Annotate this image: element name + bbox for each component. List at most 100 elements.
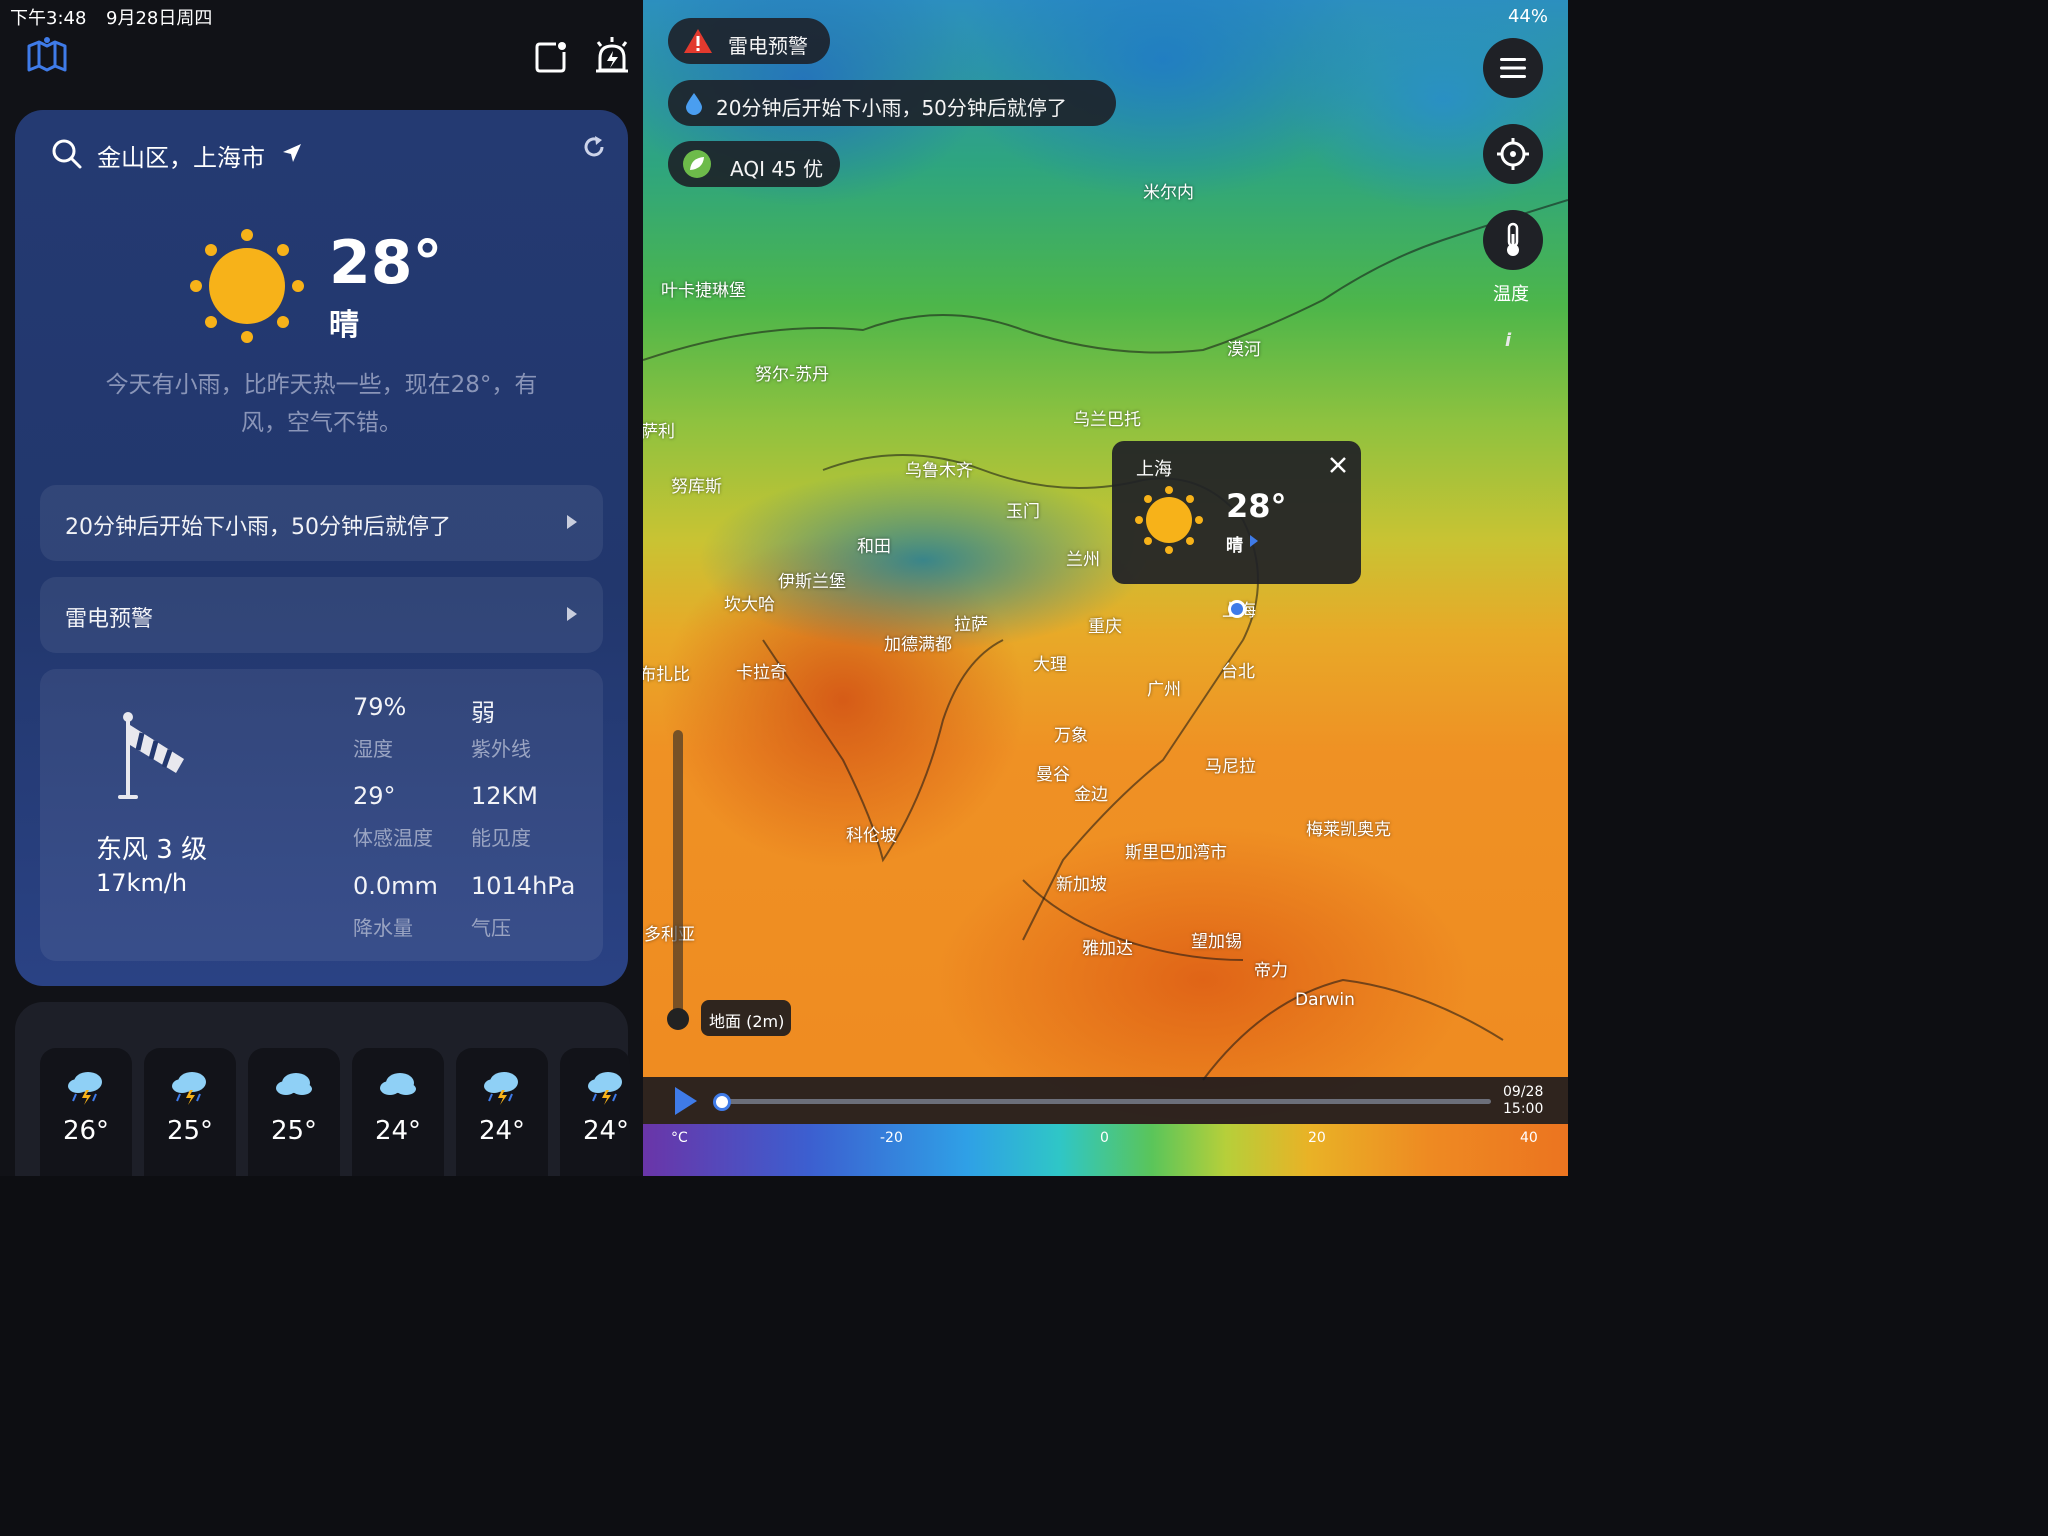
- scale-unit: °C: [671, 1130, 688, 1146]
- summary-line-1: 今天有小雨，比昨天热一些，现在28°，有: [105, 372, 538, 398]
- wind-direction: 东风 3 级: [96, 835, 208, 865]
- leaf-icon: [683, 150, 711, 178]
- hour-card[interactable]: 25°: [144, 1048, 236, 1176]
- city-label: 漠河: [1227, 340, 1261, 360]
- map-book-icon[interactable]: [26, 36, 68, 74]
- feels-like-label: 体感温度: [353, 826, 433, 850]
- weather-map[interactable]: 44% 雷电预警 20分钟后开始下小雨，50分钟后就停了 AQI 45 优 温度…: [643, 0, 1568, 1176]
- timeline-track[interactable]: [723, 1099, 1491, 1104]
- warning-pill[interactable]: 雷电预警: [668, 18, 830, 64]
- hour-card[interactable]: 24°: [560, 1048, 630, 1176]
- crosshair-icon: [1497, 138, 1529, 170]
- scale-tick: 20: [1308, 1130, 1326, 1146]
- windsock-icon: [118, 712, 184, 799]
- uv-value: 弱: [471, 699, 495, 727]
- menu-button[interactable]: [1483, 38, 1543, 98]
- feels-like-value: 29°: [353, 782, 396, 810]
- hour-card[interactable]: 24°: [352, 1048, 444, 1176]
- city-label: 布扎比: [643, 665, 690, 685]
- hourly-forecast: 26° 25° 25° 24° 24° 24°: [15, 1002, 630, 1176]
- city-label: 米尔内: [1143, 183, 1194, 203]
- aqi-pill-text: AQI 45 优: [730, 157, 824, 181]
- city-label: 新加坡: [1056, 875, 1107, 895]
- hour-temp: 26°: [62, 1116, 110, 1146]
- city-label: 拉萨: [954, 615, 988, 635]
- current-condition: 晴: [329, 308, 359, 343]
- play-small-icon[interactable]: [1250, 535, 1258, 547]
- thunder-rain-icon: [484, 1072, 518, 1105]
- city-label: 兰州: [1066, 550, 1100, 570]
- rain-forecast-button[interactable]: 20分钟后开始下小雨，50分钟后就停了: [40, 485, 603, 561]
- scale-tick: -20: [880, 1130, 903, 1146]
- location-arrow-icon: [283, 144, 301, 162]
- city-label: 大理: [1033, 655, 1067, 675]
- pressure-label: 气压: [471, 916, 511, 940]
- search-icon[interactable]: [51, 138, 83, 170]
- wind-speed: 17km/h: [96, 869, 188, 897]
- scale-tick: 40: [1520, 1130, 1538, 1146]
- popup-condition: 晴: [1226, 536, 1243, 556]
- city-label: 重庆: [1088, 617, 1122, 637]
- altitude-slider-handle[interactable]: [667, 1008, 689, 1030]
- weather-summary: 今天有小雨，比昨天热一些，现在28°，有 风，空气不错。: [45, 366, 598, 442]
- current-temp: 28°: [329, 228, 443, 298]
- city-label: 玉门: [1006, 502, 1040, 522]
- rain-forecast-text: 20分钟后开始下小雨，50分钟后就停了: [65, 515, 451, 540]
- weather-panel: 下午3:48 9月28日周四 金山区，上海市 28° 晴 今天有小雨，比昨天热一…: [0, 0, 643, 1176]
- chevron-right-icon: [567, 607, 577, 621]
- city-label: 乌鲁木齐: [905, 461, 973, 481]
- visibility-value: 12KM: [471, 782, 538, 810]
- info-icon[interactable]: i: [1505, 330, 1511, 351]
- city-label: 万象: [1054, 726, 1088, 746]
- pressure-value: 1014hPa: [471, 872, 576, 900]
- city-label: 曼谷: [1036, 765, 1070, 785]
- precipitation-label: 降水量: [353, 916, 413, 940]
- cloud-icon: [380, 1073, 416, 1095]
- sun-icon: [190, 229, 304, 343]
- location-marker[interactable]: [1226, 598, 1248, 620]
- city-label: 广州: [1147, 680, 1181, 700]
- city-label: 马尼拉: [1205, 757, 1256, 777]
- altitude-tooltip: 地面 (2m): [701, 1000, 791, 1036]
- hour-card[interactable]: 24°: [456, 1048, 548, 1176]
- visibility-label: 能见度: [471, 826, 531, 850]
- popup-city: 上海: [1136, 459, 1172, 480]
- thunder-rain-icon: [172, 1072, 206, 1105]
- altitude-slider-track[interactable]: [673, 730, 683, 1020]
- city-label: 金边: [1074, 785, 1108, 805]
- status-date: 9月28日周四: [106, 8, 213, 29]
- city-label: 帝力: [1254, 961, 1288, 981]
- rain-pill[interactable]: 20分钟后开始下小雨，50分钟后就停了: [668, 80, 1116, 126]
- details-panel: 东风 3 级 17km/h 79% 湿度 弱 紫外线 29° 体感温度 12KM…: [40, 669, 603, 961]
- refresh-icon[interactable]: [581, 134, 607, 160]
- city-popup[interactable]: 上海 28° 晴: [1112, 441, 1361, 584]
- location-name[interactable]: 金山区，上海市: [97, 138, 265, 173]
- close-icon[interactable]: [1328, 455, 1348, 475]
- hour-card[interactable]: 25°: [248, 1048, 340, 1176]
- thermometer-icon: [1507, 222, 1519, 256]
- timeline-handle[interactable]: [713, 1093, 731, 1111]
- play-icon[interactable]: [675, 1087, 697, 1115]
- city-label: 努尔-苏丹: [755, 365, 830, 385]
- warning-button[interactable]: 雷电预警: [40, 577, 603, 653]
- alarm-warning-icon[interactable]: [592, 36, 632, 76]
- locate-button[interactable]: [1483, 124, 1543, 184]
- city-label: 萨利: [643, 422, 675, 442]
- temperature-layer-button[interactable]: [1483, 210, 1543, 270]
- city-label: 卡拉奇: [736, 663, 787, 683]
- warning-triangle-icon: [684, 29, 712, 53]
- sun-icon: [1135, 486, 1203, 554]
- city-label: 伊斯兰堡: [778, 572, 846, 592]
- altitude-label: 地面 (2m): [709, 1012, 785, 1031]
- precipitation-value: 0.0mm: [353, 872, 438, 900]
- city-label: Darwin: [1295, 990, 1355, 1010]
- city-label: 梅莱凯奥克: [1306, 820, 1391, 840]
- city-label: 努库斯: [671, 477, 722, 497]
- temperature-scale: °C -20 0 20 40: [643, 1124, 1568, 1176]
- summary-line-2: 风，空气不错。: [241, 410, 402, 436]
- notes-icon[interactable]: [534, 40, 568, 74]
- city-label: 叶卡捷琳堡: [661, 281, 746, 301]
- hour-card[interactable]: 26°: [40, 1048, 132, 1176]
- aqi-pill[interactable]: AQI 45 优: [668, 141, 840, 187]
- city-label: 和田: [857, 537, 891, 557]
